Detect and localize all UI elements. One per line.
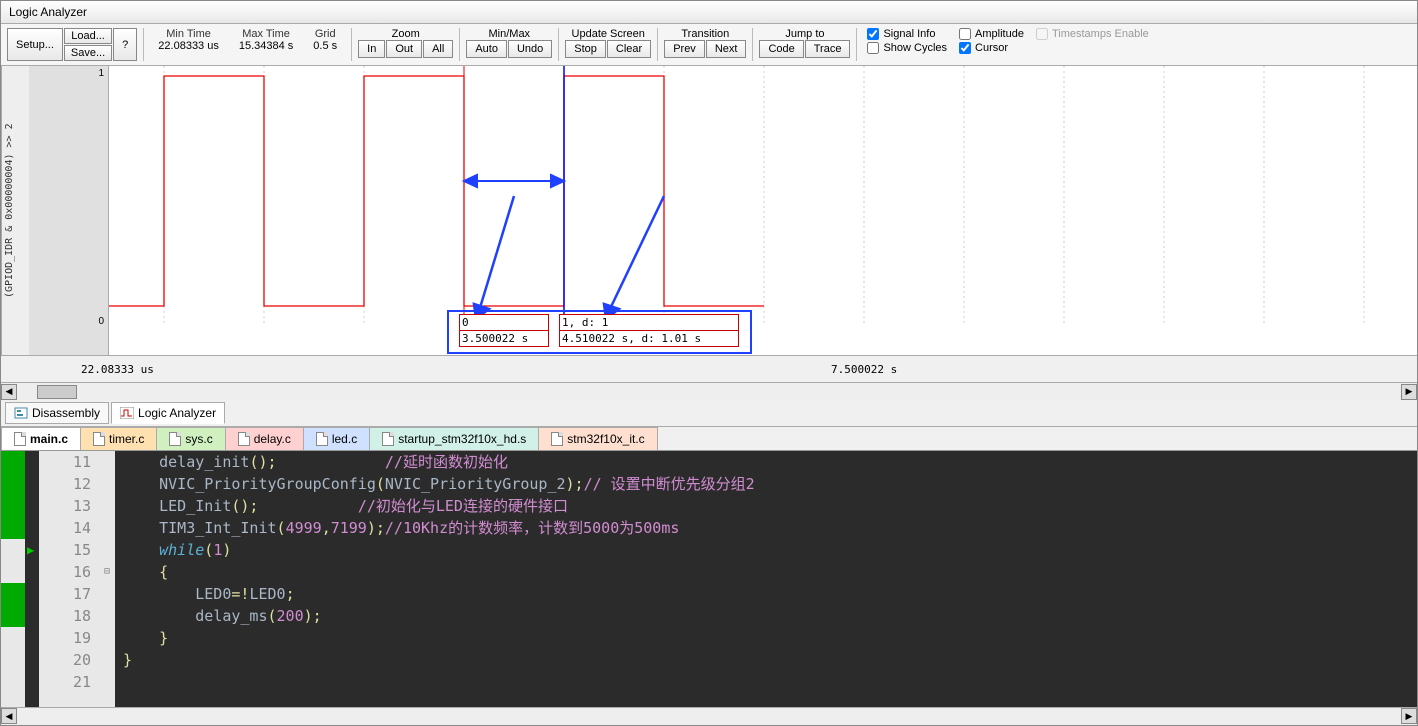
window-title: Logic Analyzer (1, 1, 1417, 24)
signal-name-label: (GPIOD_IDR & 0x00000004) >> 2 (1, 66, 29, 355)
time-right-label: 7.500022 s (831, 363, 897, 376)
file-tab-label: timer.c (109, 432, 144, 446)
file-tab-label: stm32f10x_it.c (567, 432, 644, 446)
file-icon (316, 432, 328, 446)
scroll-thumb[interactable] (37, 385, 77, 399)
file-icon (93, 432, 105, 446)
marker1-value: 0 (459, 314, 549, 331)
tab-logic-analyzer-label: Logic Analyzer (138, 406, 216, 420)
tab-disassembly-label: Disassembly (32, 406, 100, 420)
file-tab-label: led.c (332, 432, 357, 446)
editor-scroll-right-icon[interactable]: ▶ (1401, 708, 1417, 724)
line-number-gutter: 1112131415161718192021 (39, 451, 99, 707)
grid-display: Grid 0.5 s (305, 28, 345, 52)
time-left-label: 22.08333 us (81, 363, 154, 376)
file-tab-label: main.c (30, 432, 68, 446)
mintime-display: Min Time 22.08333 us (150, 28, 227, 52)
file-tab-startup_stm32f10x_hd-s[interactable]: startup_stm32f10x_hd.s (369, 427, 539, 450)
jump-trace-button[interactable]: Trace (805, 40, 851, 58)
show-cycles-checkbox[interactable]: Show Cycles (867, 42, 947, 54)
tab-disassembly[interactable]: Disassembly (5, 402, 109, 424)
code-content[interactable]: delay_init(); //延时函数初始化 NVIC_PriorityGro… (115, 451, 1417, 707)
file-tab-sys-c[interactable]: sys.c (156, 427, 225, 450)
marker2-value: 1, d: 1 (559, 314, 739, 331)
horizontal-scrollbar[interactable]: ◀ ▶ (1, 382, 1417, 400)
fold-gutter[interactable]: ⊟ (99, 451, 115, 707)
file-icon (238, 432, 250, 446)
cursor-checkbox[interactable]: Cursor (959, 42, 1024, 54)
disassembly-icon (14, 407, 28, 419)
file-tab-stm32f10x_it-c[interactable]: stm32f10x_it.c (538, 427, 657, 450)
jump-label: Jump to (785, 28, 824, 40)
transition-prev-button[interactable]: Prev (664, 40, 705, 58)
signal-info-checkbox[interactable]: Signal Info (867, 28, 947, 40)
zoom-out-button[interactable]: Out (386, 40, 422, 58)
transition-next-button[interactable]: Next (706, 40, 747, 58)
minmax-auto-button[interactable]: Auto (466, 40, 507, 58)
file-icon (382, 432, 394, 446)
minmax-label: Min/Max (489, 28, 531, 40)
scroll-left-icon[interactable]: ◀ (1, 384, 17, 400)
amplitude-checkbox[interactable]: Amplitude (959, 28, 1024, 40)
scroll-right-icon[interactable]: ▶ (1401, 384, 1417, 400)
file-tab-label: sys.c (185, 432, 212, 446)
editor-scrollbar[interactable]: ◀ ▶ (1, 707, 1417, 725)
minmax-undo-button[interactable]: Undo (508, 40, 552, 58)
update-label: Update Screen (572, 28, 645, 40)
update-clear-button[interactable]: Clear (607, 40, 651, 58)
maxtime-display: Max Time 15.34384 s (231, 28, 301, 52)
marker2-time: 4.510022 s, d: 1.01 s (559, 330, 739, 347)
load-button[interactable]: Load... (64, 28, 112, 44)
transition-label: Transition (681, 28, 729, 40)
file-tab-label: delay.c (254, 432, 291, 446)
breakpoint-gutter[interactable] (1, 451, 25, 707)
time-axis: 22.08333 us 7.500022 s (1, 356, 1417, 382)
zoom-all-button[interactable]: All (423, 40, 453, 58)
jump-code-button[interactable]: Code (759, 40, 803, 58)
tab-logic-analyzer[interactable]: Logic Analyzer (111, 402, 225, 424)
zoom-in-button[interactable]: In (358, 40, 385, 58)
file-tabs: main.c timer.c sys.c delay.c led.c startup_st… (1, 427, 1417, 451)
editor-scroll-left-icon[interactable]: ◀ (1, 708, 17, 724)
signal-value-column: 1 0 (29, 66, 109, 355)
file-icon (169, 432, 181, 446)
logic-analyzer-viewport[interactable]: (GPIOD_IDR & 0x00000004) >> 2 1 0 (1, 66, 1417, 356)
file-icon (551, 432, 563, 446)
setup-button[interactable]: Setup... (7, 28, 63, 61)
current-line-icon: ▶ (25, 539, 39, 561)
code-editor[interactable]: ▶ 1112131415161718192021 ⊟ delay_init();… (1, 451, 1417, 707)
file-tab-label: startup_stm32f10x_hd.s (398, 432, 526, 446)
file-icon (14, 432, 26, 446)
timestamps-checkbox: Timestamps Enable (1036, 28, 1149, 40)
save-button[interactable]: Save... (64, 45, 112, 61)
marker1-time: 3.500022 s (459, 330, 549, 347)
file-tab-main-c[interactable]: main.c (1, 427, 81, 450)
file-tab-led-c[interactable]: led.c (303, 427, 370, 450)
waveform-area[interactable]: 0 3.500022 s 1, d: 1 4.510022 s, d: 1.01… (109, 66, 1417, 355)
file-tab-timer-c[interactable]: timer.c (80, 427, 157, 450)
update-stop-button[interactable]: Stop (565, 40, 606, 58)
zoom-label: Zoom (392, 28, 420, 40)
logic-analyzer-icon (120, 407, 134, 419)
help-button[interactable]: ? (113, 28, 137, 61)
fold-toggle-icon[interactable]: ⊟ (99, 561, 115, 583)
view-tabs: Disassembly Logic Analyzer (1, 400, 1417, 427)
execution-marker-gutter: ▶ (25, 451, 39, 707)
file-tab-delay-c[interactable]: delay.c (225, 427, 304, 450)
toolbar: Setup... Load... Save... ? Min Time 22.0… (1, 24, 1417, 66)
